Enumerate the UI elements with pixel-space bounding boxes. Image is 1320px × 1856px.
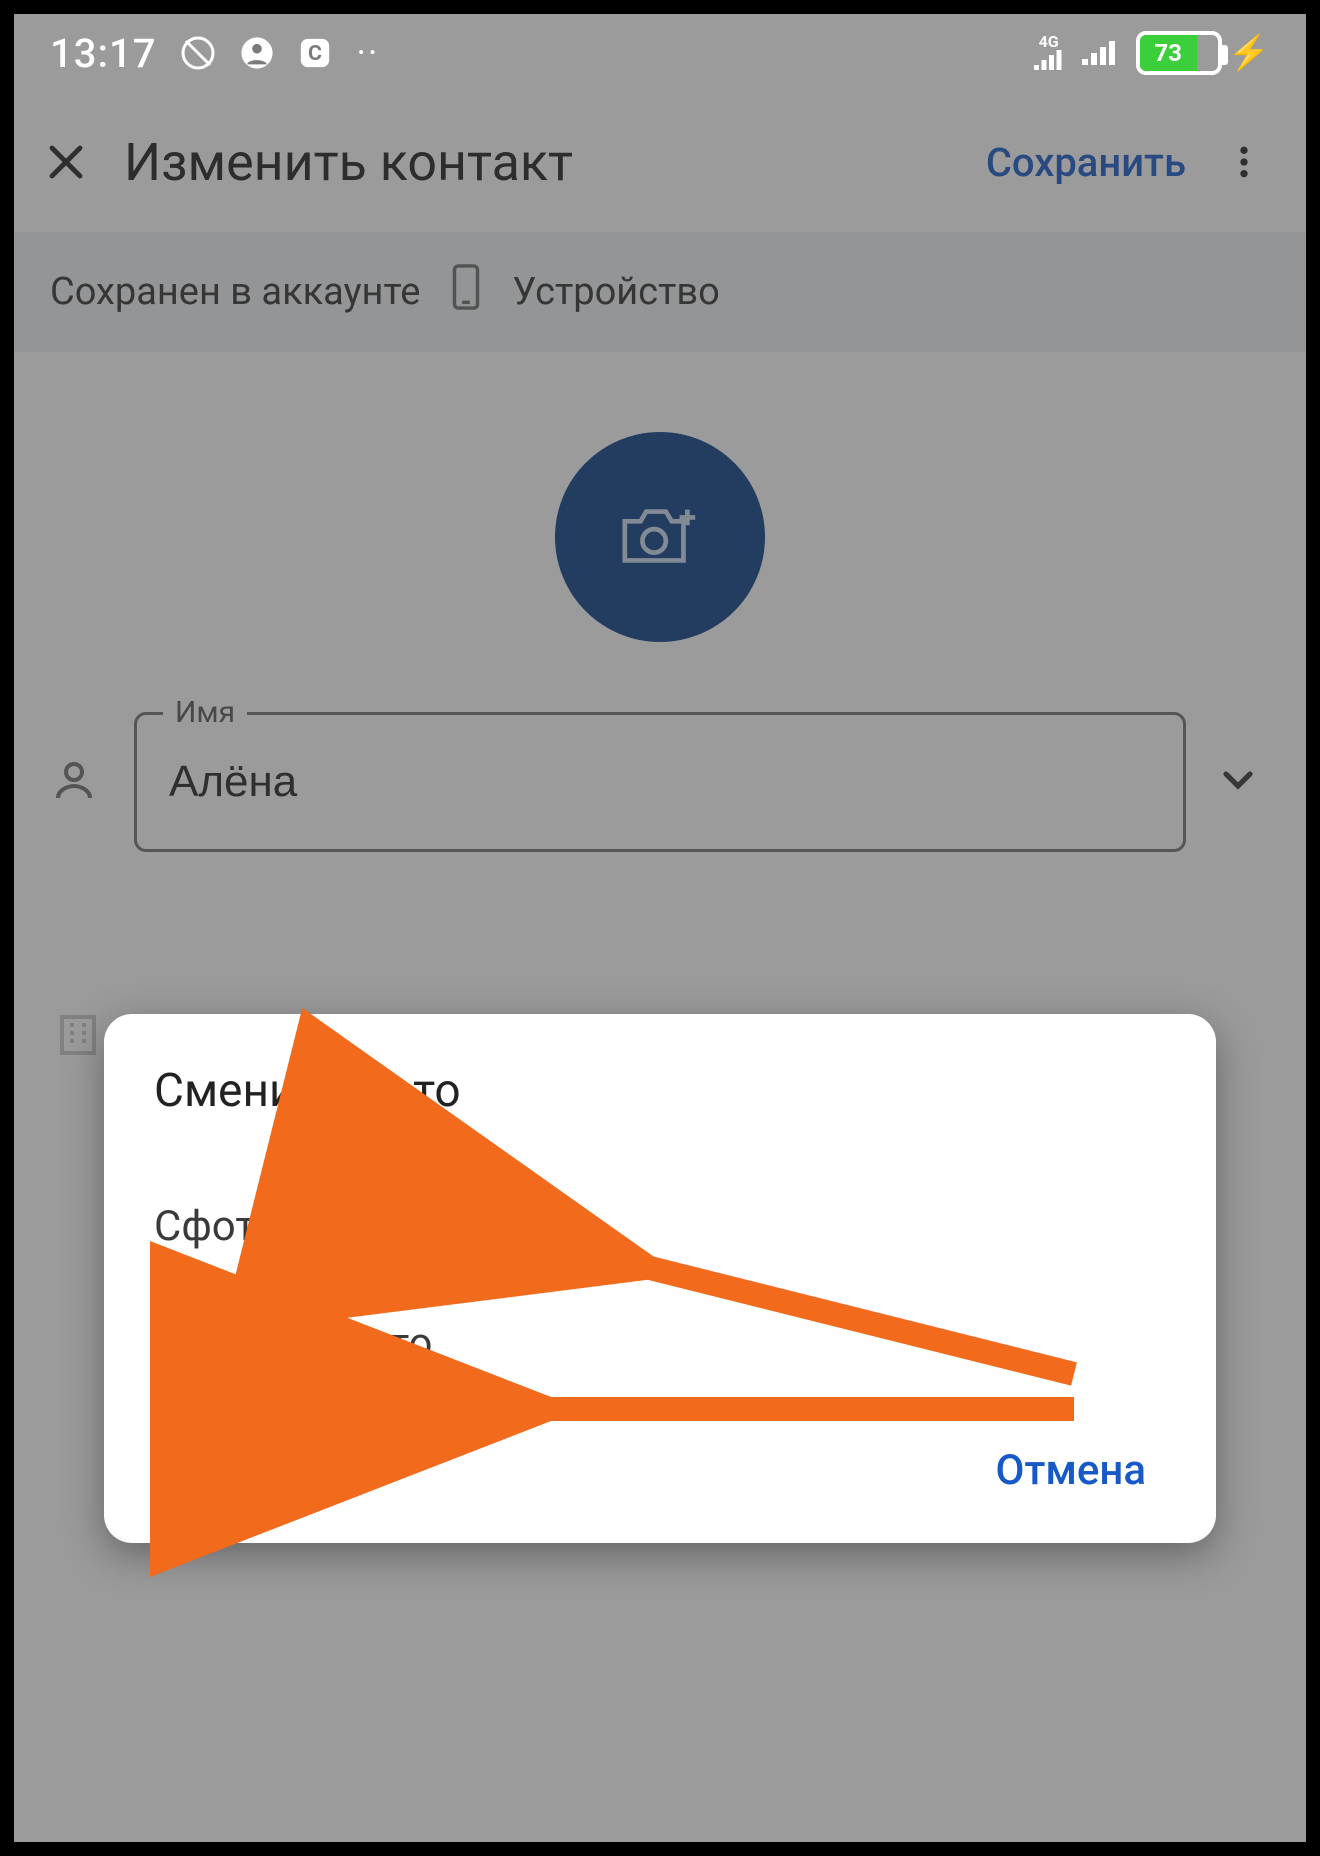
- app-bar: Изменить контакт Сохранить: [14, 92, 1306, 232]
- dnd-icon: [180, 35, 216, 71]
- battery-indicator: 73 ⚡: [1136, 31, 1270, 75]
- close-icon[interactable]: [38, 134, 94, 190]
- status-time: 13:17: [50, 30, 156, 77]
- name-input[interactable]: [169, 757, 1151, 807]
- account-location-label: Устройство: [512, 270, 719, 314]
- network-label: 4G: [1039, 36, 1059, 48]
- device-icon: [450, 264, 482, 320]
- dialog-cancel-button[interactable]: Отмена: [976, 1432, 1166, 1509]
- app-c-icon: C: [298, 36, 332, 70]
- building-icon: [54, 1011, 102, 1063]
- choose-photo-option[interactable]: Выбрать фото: [154, 1285, 1166, 1402]
- change-photo-dialog: Сменить фото Сфотографировать Выбрать фо…: [104, 1014, 1216, 1543]
- camera-add-icon: [617, 497, 703, 577]
- dialog-title: Сменить фото: [154, 1064, 1166, 1118]
- take-photo-option[interactable]: Сфотографировать: [154, 1168, 1166, 1285]
- page-title: Изменить контакт: [124, 132, 956, 193]
- name-field-label: Имя: [163, 695, 247, 730]
- account-strip: Сохранен в аккаунте Устройство: [14, 232, 1306, 352]
- expand-name-icon[interactable]: [1214, 756, 1270, 808]
- status-bar: 13:17 C ··: [14, 14, 1306, 92]
- person-circle-icon: [240, 36, 274, 70]
- saved-in-label: Сохранен в аккаунте: [50, 270, 420, 314]
- save-button[interactable]: Сохранить: [986, 139, 1186, 186]
- add-photo-button[interactable]: [555, 432, 765, 642]
- charging-icon: ⚡: [1228, 33, 1270, 73]
- svg-text:C: C: [309, 41, 323, 66]
- person-icon: [50, 756, 106, 808]
- more-notifications-icon: ··: [356, 35, 379, 71]
- name-field[interactable]: Имя: [134, 712, 1186, 852]
- battery-percent: 73: [1154, 39, 1182, 67]
- more-icon[interactable]: [1216, 134, 1272, 190]
- network-4g-icon: 4G: [1034, 36, 1064, 70]
- signal-icon: [1082, 40, 1118, 66]
